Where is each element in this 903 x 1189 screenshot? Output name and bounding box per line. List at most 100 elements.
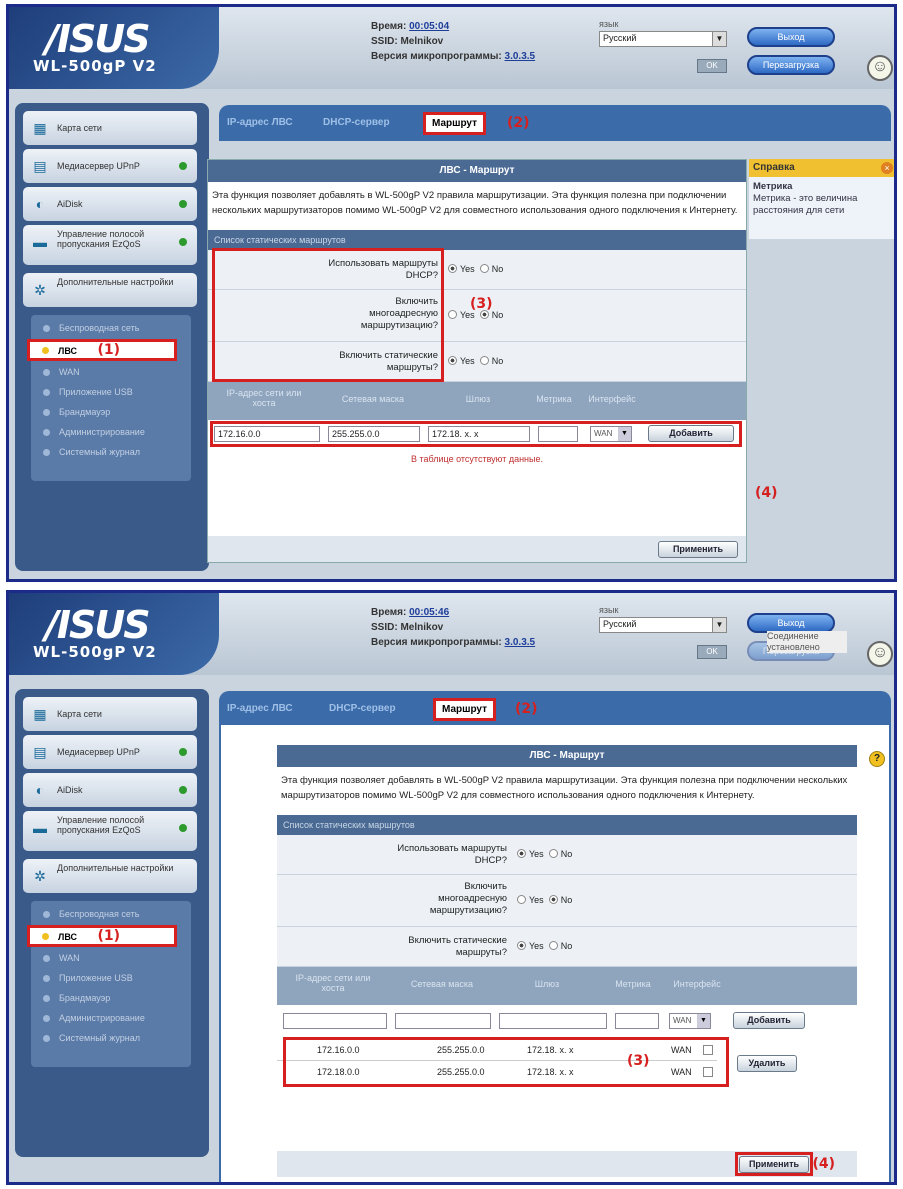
language-ok-button[interactable]: OK [697, 645, 727, 659]
arrow-icon [42, 933, 49, 940]
model-name: WL-500gP V2 [33, 57, 157, 75]
submenu-lan[interactable]: ЛВС (1) [27, 925, 177, 947]
sidebar-item-qos[interactable]: ▬ Управление полосой пропускания EzQoS [23, 225, 197, 265]
col-metric: Метрика [536, 394, 572, 404]
submenu-admin[interactable]: Администрирование [31, 423, 191, 441]
multicast-radio[interactable]: Yes No [517, 895, 572, 905]
sidebar-item-media-server[interactable]: ▤ Медиасервер UPnP [23, 735, 197, 769]
sidebar-item-aidisk[interactable]: ◐ AiDisk [23, 773, 197, 807]
submenu-label: Администрирование [59, 1013, 145, 1023]
logo-area: /ISUS WL-500gP V2 [9, 7, 219, 89]
static-routes-radio[interactable]: Yes No [448, 356, 503, 366]
bullet-icon [43, 955, 50, 962]
help-icon[interactable]: ? [869, 751, 885, 767]
settings-rows: Использовать маршруты DHCP? Yes No Включ… [277, 835, 857, 1005]
time-label: Время: [371, 607, 407, 618]
submenu-firewall[interactable]: Брандмауэр [31, 403, 191, 421]
radio-no[interactable] [479, 356, 489, 365]
language-select[interactable]: Русский ▼ [599, 617, 727, 633]
apply-button[interactable]: Применить [658, 541, 738, 558]
reboot-button[interactable]: Перезагрузка [747, 55, 835, 75]
yes-label: Yes [529, 895, 544, 905]
firmware-link[interactable]: 3.0.3.5 [505, 51, 536, 62]
submenu-syslog[interactable]: Системный журнал [31, 443, 191, 461]
ip-input[interactable] [283, 1013, 387, 1029]
tab-lan-ip[interactable]: IP-адрес ЛВС [227, 703, 293, 714]
col-ip: IP-адрес сети или хоста [295, 973, 371, 993]
language-label: язык [599, 19, 619, 29]
submenu-usb[interactable]: Приложение USB [31, 969, 191, 987]
submenu-label: Администрирование [59, 427, 145, 437]
submenu-wireless[interactable]: Беспроводная сеть [31, 905, 191, 923]
submenu-wireless[interactable]: Беспроводная сеть [31, 319, 191, 337]
delete-button[interactable]: Удалить [737, 1055, 797, 1072]
interface-select[interactable]: WAN ▼ [669, 1013, 711, 1029]
radio-yes[interactable] [517, 895, 526, 904]
logout-button[interactable]: Выход [747, 27, 835, 47]
submenu-wan[interactable]: WAN [31, 363, 191, 381]
logout-button[interactable]: Выход [747, 613, 835, 633]
sidebar-item-advanced[interactable]: ✲ Дополнительные настройки [23, 859, 197, 893]
sidebar-item-aidisk[interactable]: ◐ AiDisk [23, 187, 197, 221]
status-dot [179, 162, 187, 170]
mask-input[interactable] [395, 1013, 491, 1029]
tab-dhcp[interactable]: DHCP-сервер [323, 117, 390, 128]
router-info: Время: 00:05:46 SSID: Melnikov Версия ми… [371, 605, 535, 650]
tab-lan-ip[interactable]: IP-адрес ЛВС [227, 117, 293, 128]
radio-no[interactable] [479, 264, 489, 273]
radio-yes[interactable] [448, 356, 457, 365]
highlight-box-3 [283, 1037, 729, 1087]
sidebar-item-label: Карта сети [57, 709, 102, 719]
globe-icon[interactable]: ☺ [867, 55, 893, 81]
sidebar-item-qos[interactable]: ▬ Управление полосой пропускания EzQoS [23, 811, 197, 851]
page-title: ЛВС - Маршрут [208, 160, 746, 182]
tab-dhcp[interactable]: DHCP-сервер [329, 703, 396, 714]
submenu-firewall[interactable]: Брандмауэр [31, 989, 191, 1007]
radio-no[interactable] [548, 895, 558, 904]
route-list: 172.16.0.0 255.255.0.0 172.18. x. x WAN … [277, 1037, 857, 1087]
submenu-usb[interactable]: Приложение USB [31, 383, 191, 401]
sidebar-item-advanced[interactable]: ✲ Дополнительные настройки [23, 273, 197, 307]
multicast-label: Включить многоадресную маршрутизацию? [429, 881, 507, 916]
route-table-header: IP-адрес сети или хоста Сетевая маска Шл… [277, 967, 857, 1005]
language-value: Русский [603, 619, 637, 629]
firmware-link[interactable]: 3.0.3.5 [505, 637, 536, 648]
radio-no[interactable] [548, 849, 558, 858]
radio-yes[interactable] [448, 264, 457, 273]
language-select[interactable]: Русский ▼ [599, 31, 727, 47]
submenu-label: Беспроводная сеть [59, 909, 140, 919]
radio-yes[interactable] [448, 310, 457, 319]
bullet-icon [43, 911, 50, 918]
ssid-value: Melnikov [400, 622, 444, 633]
radio-yes[interactable] [517, 941, 526, 950]
time-link[interactable]: 00:05:04 [409, 21, 449, 32]
dhcp-routes-radio[interactable]: Yes No [517, 849, 572, 859]
sidebar-item-network-map[interactable]: ▦ Карта сети [23, 697, 197, 731]
sidebar-item-network-map[interactable]: ▦ Карта сети [23, 111, 197, 145]
bullet-icon [43, 975, 50, 982]
dhcp-routes-radio[interactable]: Yes No [448, 264, 503, 274]
submenu-lan[interactable]: ЛВС (1) [27, 339, 177, 361]
language-ok-button[interactable]: OK [697, 59, 727, 73]
metric-input[interactable] [615, 1013, 659, 1029]
time-link[interactable]: 00:05:46 [409, 607, 449, 618]
submenu-wan[interactable]: WAN [31, 949, 191, 967]
submenu-label: Беспроводная сеть [59, 323, 140, 333]
route-content: ЛВС - Маршрут Эта функция позволяет доба… [207, 159, 747, 563]
page-description: Эта функция позволяет добавлять в WL-500… [212, 190, 738, 216]
close-icon[interactable]: × [881, 162, 893, 174]
add-button[interactable]: Добавить [733, 1012, 805, 1029]
tab-route[interactable]: Маршрут [433, 698, 497, 721]
gateway-input[interactable] [499, 1013, 607, 1029]
sidebar-item-media-server[interactable]: ▤ Медиасервер UPnP [23, 149, 197, 183]
radio-no[interactable] [548, 941, 558, 950]
static-routes-radio[interactable]: Yes No [517, 941, 572, 951]
media-server-icon: ▤ [33, 158, 47, 174]
no-label: No [560, 941, 573, 951]
firmware-label: Версия микропрограммы: [371, 51, 502, 62]
submenu-syslog[interactable]: Системный журнал [31, 1029, 191, 1047]
radio-yes[interactable] [517, 849, 526, 858]
tab-route[interactable]: Маршрут [423, 112, 487, 135]
globe-icon[interactable]: ☺ [867, 641, 893, 667]
submenu-admin[interactable]: Администрирование [31, 1009, 191, 1027]
